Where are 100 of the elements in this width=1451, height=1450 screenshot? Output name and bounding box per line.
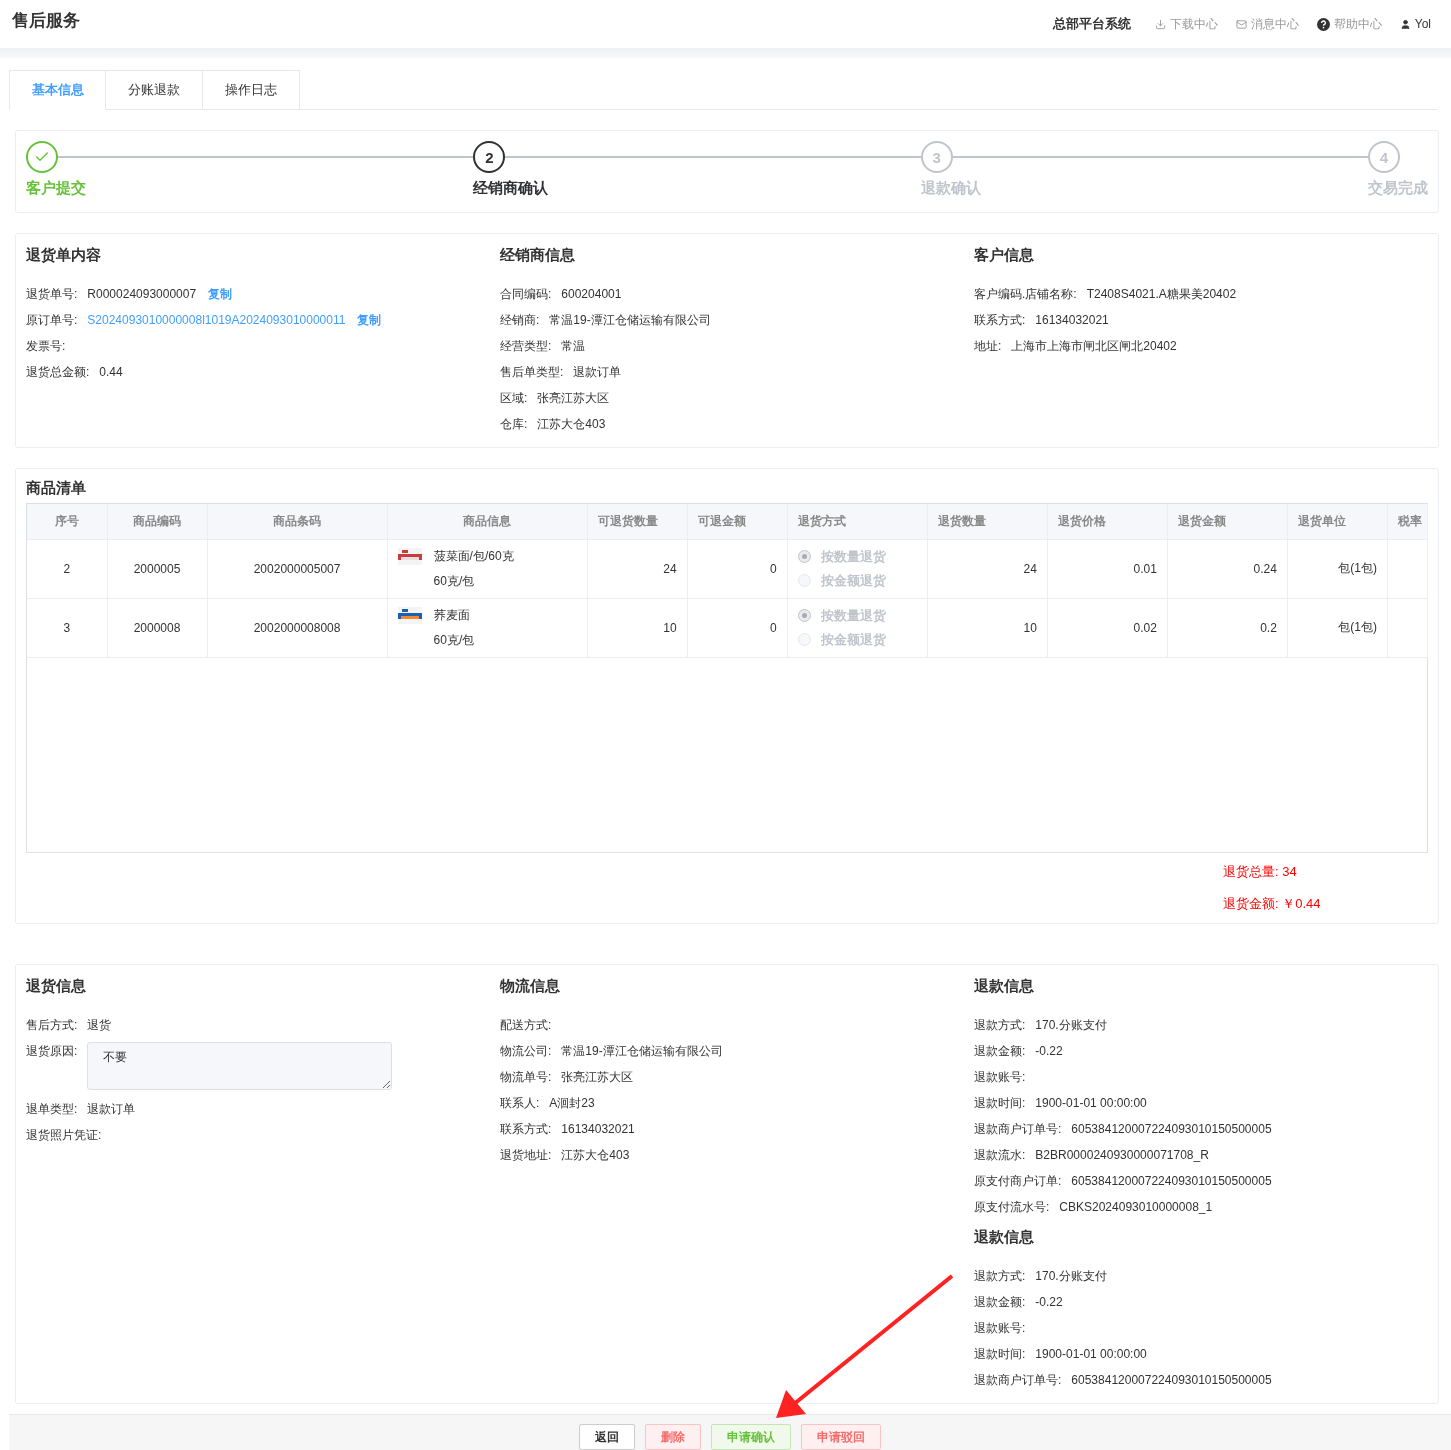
field-value: 退款订单 — [573, 365, 622, 379]
column-header: 可退金额 — [687, 504, 788, 539]
field-label: 联系方式: — [500, 1122, 552, 1136]
field-label: 退款金额: — [974, 1044, 1026, 1058]
action-button[interactable]: 返回 — [579, 1424, 635, 1450]
step-title: 经销商确认 — [473, 179, 550, 198]
field-label: 退款商户订单号: — [974, 1373, 1062, 1387]
field-label: 原订单号: — [26, 313, 78, 327]
field-label: 原支付商户订单: — [974, 1174, 1062, 1188]
field-value: 0.44 — [99, 365, 123, 379]
field-label: 发票号: — [26, 339, 66, 353]
column-header: 商品编码 — [107, 504, 208, 539]
radio-option[interactable]: 按数量退货 — [797, 547, 917, 566]
column-header: 退货数量 — [927, 504, 1048, 539]
header-link[interactable]: 消息中心 — [1235, 15, 1299, 33]
step-circle: 2 — [473, 141, 506, 173]
header-link[interactable]: Yol — [1399, 17, 1431, 31]
table-cell: 0.24 — [1253, 561, 1277, 576]
field-label: 联系方式: — [974, 313, 1026, 327]
page-title: 售后服务 — [12, 9, 80, 32]
section-title: 退货单内容 — [26, 246, 102, 265]
field-label: 退款方式: — [974, 1269, 1026, 1283]
field-label: 仓库: — [500, 417, 528, 431]
field-label: 退单类型: — [26, 1102, 78, 1116]
field-value: 张亮江苏大区 — [537, 391, 610, 405]
column-header: 税率 — [1387, 504, 1428, 539]
reason-textarea[interactable]: 不要 — [87, 1042, 393, 1090]
field-value: 1900-01-01 00:00:00 — [1035, 1347, 1147, 1361]
copy-link[interactable]: 复制 — [357, 313, 382, 327]
table-cell: 包(1包) — [1338, 561, 1377, 575]
summary-text: 退货金额: ￥0.44 — [1223, 895, 1321, 913]
field-value: 600204001 — [561, 287, 622, 301]
field-value: R000024093000007 — [87, 287, 197, 301]
field-value: 16134032021 — [561, 1122, 635, 1136]
field-label: 区域: — [500, 391, 528, 405]
action-button[interactable]: 删除 — [645, 1424, 701, 1450]
table-cell: 包(1包) — [1338, 620, 1377, 634]
order-link[interactable]: S2024093010000008l1019A2024093010000011 — [87, 313, 346, 327]
table-cell: 2000008 — [133, 620, 181, 635]
field-label: 经销商: — [500, 313, 540, 327]
table-cell: 0.2 — [1260, 620, 1277, 635]
field-label: 物流单号: — [500, 1070, 552, 1084]
column-header: 商品信息 — [387, 504, 588, 539]
section-title: 物流信息 — [500, 977, 561, 996]
field-value: 退款订单 — [87, 1102, 136, 1116]
field-value: 张亮江苏大区 — [561, 1070, 634, 1084]
field-label: 退款时间: — [974, 1347, 1026, 1361]
action-button[interactable]: 申请驳回 — [801, 1424, 881, 1450]
field-label: 退款流水: — [974, 1148, 1026, 1162]
table-cell: 10 — [663, 620, 677, 635]
radio-option[interactable]: 按数量退货 — [797, 606, 917, 625]
section-title: 经销商信息 — [500, 246, 576, 265]
action-button[interactable]: 申请确认 — [711, 1424, 791, 1450]
field-label: 退货总金额: — [26, 365, 90, 379]
field-value: A洄封23 — [549, 1096, 595, 1110]
mail-icon — [1235, 18, 1247, 30]
step-title: 交易完成 — [1368, 179, 1428, 198]
field-label: 退款账号: — [974, 1321, 1026, 1335]
field-label: 原支付流水号: — [974, 1200, 1050, 1214]
table-cell: 2002000005007 — [253, 561, 341, 576]
step-circle: 3 — [920, 141, 953, 173]
column-header: 可退货数量 — [587, 504, 688, 539]
product-name: 荞麦面 — [433, 606, 471, 624]
field-value: 16134032021 — [1035, 313, 1109, 327]
field-label: 退款商户订单号: — [974, 1122, 1062, 1136]
tab[interactable]: 操作日志 — [203, 70, 300, 110]
field-value: 170.分账支付 — [1035, 1269, 1107, 1283]
field-label: 配送方式: — [500, 1018, 552, 1032]
table-cell: 24 — [1023, 561, 1037, 576]
product-name: 菠菜面/包/60克 — [433, 547, 514, 565]
column-header: 退货单位 — [1287, 504, 1388, 539]
field-label: 售后方式: — [26, 1018, 78, 1032]
copy-link[interactable]: 复制 — [208, 287, 233, 301]
system-name: 总部平台系统 — [1052, 15, 1131, 33]
user-icon — [1399, 18, 1411, 30]
table-cell: 10 — [1023, 620, 1037, 635]
field-label: 经营类型: — [500, 339, 552, 353]
field-label: 退货地址: — [500, 1148, 552, 1162]
column-header: 退货金额 — [1167, 504, 1288, 539]
tab[interactable]: 基本信息 — [9, 70, 106, 110]
table-cell: 3 — [63, 620, 71, 635]
table-cell: 24 — [663, 561, 677, 576]
tab[interactable]: 分账退款 — [106, 70, 203, 110]
field-value: B2BR0000240930000071708_R — [1035, 1148, 1209, 1162]
radio-option[interactable]: 按金额退货 — [797, 630, 917, 649]
header-link[interactable]: 帮助中心 — [1316, 15, 1382, 33]
field-value: 江苏大仓403 — [537, 417, 606, 431]
header-link[interactable]: 下载中心 — [1154, 15, 1218, 33]
table-cell: 0 — [770, 620, 777, 635]
radio-option[interactable]: 按金额退货 — [797, 571, 917, 590]
field-label: 地址: — [974, 339, 1002, 353]
field-label: 客户编码.店铺名称: — [974, 287, 1077, 301]
section-title: 退货信息 — [26, 977, 87, 996]
field-label: 物流公司: — [500, 1044, 552, 1058]
field-label: 退货原因: — [26, 1044, 78, 1058]
section-title: 退款信息 — [974, 1228, 1035, 1247]
product-spec: 60克/包 — [433, 572, 476, 590]
field-value: 605384120007224093010150500005 — [1071, 1174, 1272, 1188]
field-value: T2408S4021.A糖果美20402 — [1086, 287, 1237, 301]
field-value: 1900-01-01 00:00:00 — [1035, 1096, 1147, 1110]
